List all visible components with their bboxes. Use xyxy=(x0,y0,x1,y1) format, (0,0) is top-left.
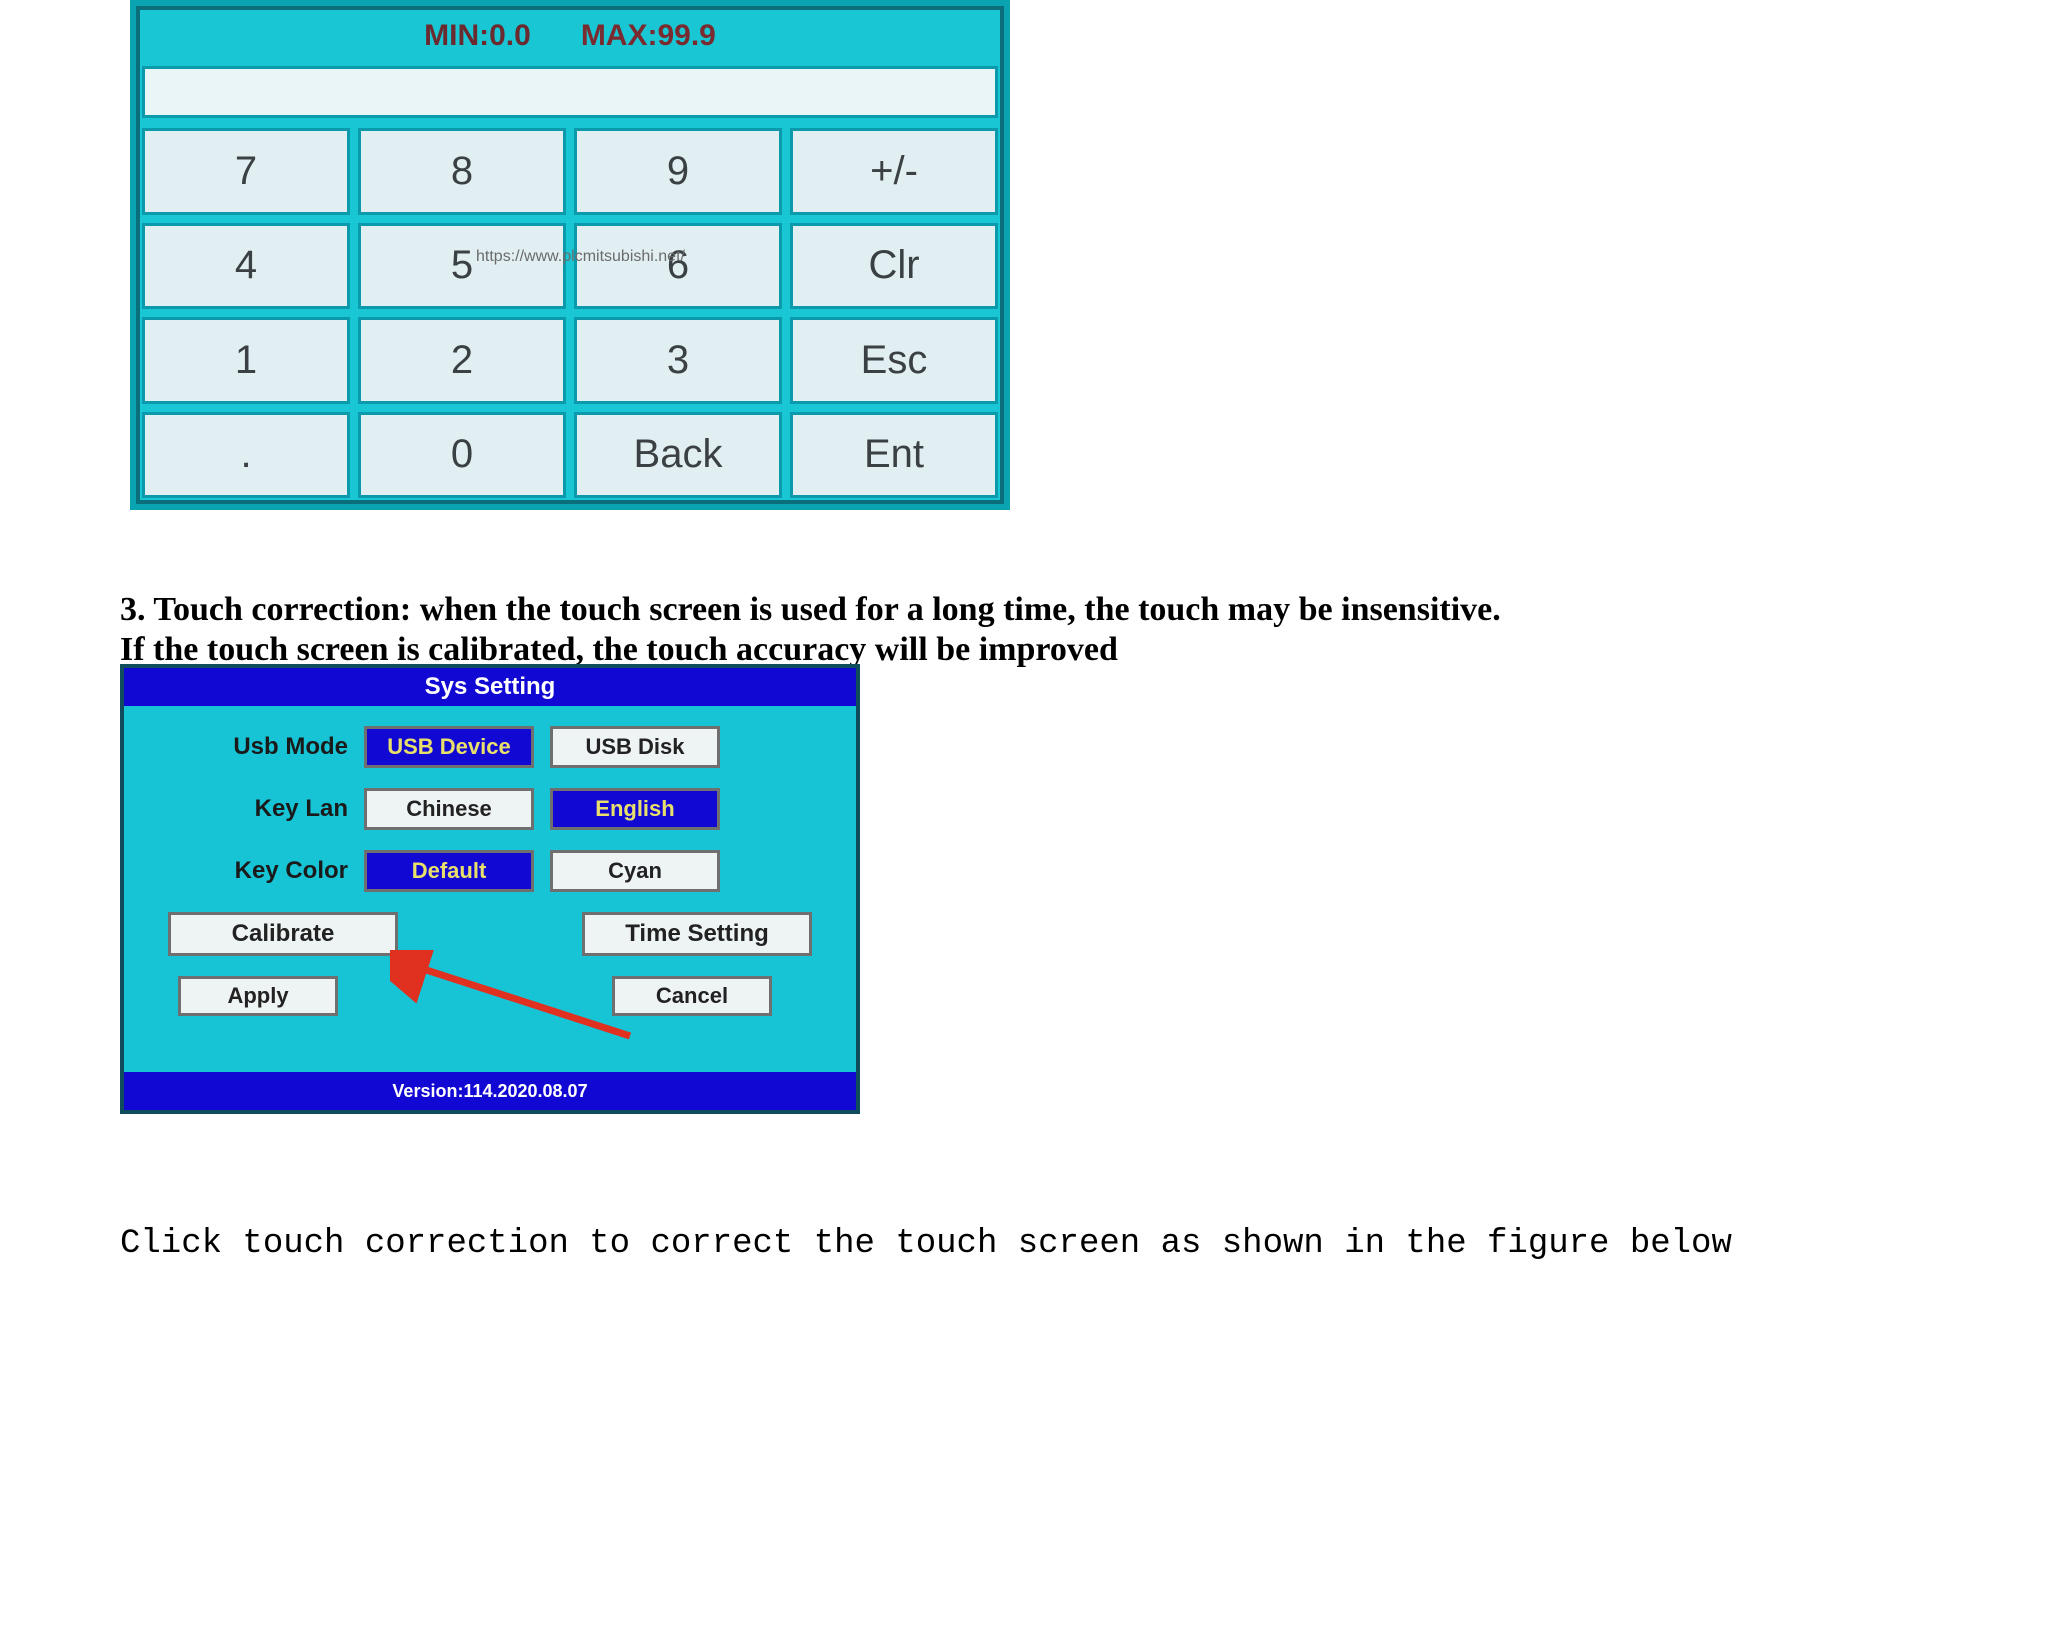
key-3[interactable]: 3 xyxy=(574,317,782,404)
btn-time-setting[interactable]: Time Setting xyxy=(582,912,812,956)
btn-calibrate[interactable]: Calibrate xyxy=(168,912,398,956)
keypad-range-header: MIN:0.0 MAX:99.9 xyxy=(136,6,1004,66)
btn-chinese[interactable]: Chinese xyxy=(364,788,534,830)
btn-usb-disk[interactable]: USB Disk xyxy=(550,726,720,768)
key-ent[interactable]: Ent xyxy=(790,412,998,499)
key-4[interactable]: 4 xyxy=(142,223,350,310)
key-7[interactable]: 7 xyxy=(142,128,350,215)
keypad-panel: MIN:0.0 MAX:99.9 7 8 9 +/- 4 5 6 Clr 1 2… xyxy=(130,0,1010,510)
label-usb-mode: Usb Mode xyxy=(148,733,348,761)
label-key-lan: Key Lan xyxy=(148,795,348,823)
label-key-color: Key Color xyxy=(148,857,348,885)
row-key-color: Key Color Default Cyan xyxy=(148,850,832,892)
keypad-grid: 7 8 9 +/- 4 5 6 Clr 1 2 3 Esc . 0 Back E… xyxy=(136,124,1004,504)
row-usb-mode: Usb Mode USB Device USB Disk xyxy=(148,726,832,768)
key-dot[interactable]: . xyxy=(142,412,350,499)
max-label: MAX:99.9 xyxy=(581,19,716,53)
sys-version: Version:114.2020.08.07 xyxy=(124,1072,856,1110)
key-back[interactable]: Back xyxy=(574,412,782,499)
btn-default-color[interactable]: Default xyxy=(364,850,534,892)
sys-setting-panel: Sys Setting Usb Mode USB Device USB Disk… xyxy=(120,664,860,1114)
key-clr[interactable]: Clr xyxy=(790,223,998,310)
key-1[interactable]: 1 xyxy=(142,317,350,404)
key-esc[interactable]: Esc xyxy=(790,317,998,404)
btn-apply[interactable]: Apply xyxy=(178,976,338,1016)
key-0[interactable]: 0 xyxy=(358,412,566,499)
btn-cyan-color[interactable]: Cyan xyxy=(550,850,720,892)
watermark-url: https://www.plcmitsubishi.net/ xyxy=(476,248,685,266)
key-2[interactable]: 2 xyxy=(358,317,566,404)
key-sign[interactable]: +/- xyxy=(790,128,998,215)
key-9[interactable]: 9 xyxy=(574,128,782,215)
keypad-display[interactable] xyxy=(142,66,998,118)
key-8[interactable]: 8 xyxy=(358,128,566,215)
row-key-lan: Key Lan Chinese English xyxy=(148,788,832,830)
min-label: MIN:0.0 xyxy=(424,19,531,53)
row-apply-cancel: Apply Cancel xyxy=(148,976,832,1016)
btn-usb-device[interactable]: USB Device xyxy=(364,726,534,768)
btn-cancel[interactable]: Cancel xyxy=(612,976,772,1016)
sys-setting-title: Sys Setting xyxy=(124,668,856,706)
bottom-line: Click touch correction to correct the to… xyxy=(120,1225,1920,1263)
section3-line1: 3. Touch correction: when the touch scre… xyxy=(120,590,1920,631)
row-calibrate-time: Calibrate Time Setting xyxy=(148,912,832,956)
btn-english[interactable]: English xyxy=(550,788,720,830)
